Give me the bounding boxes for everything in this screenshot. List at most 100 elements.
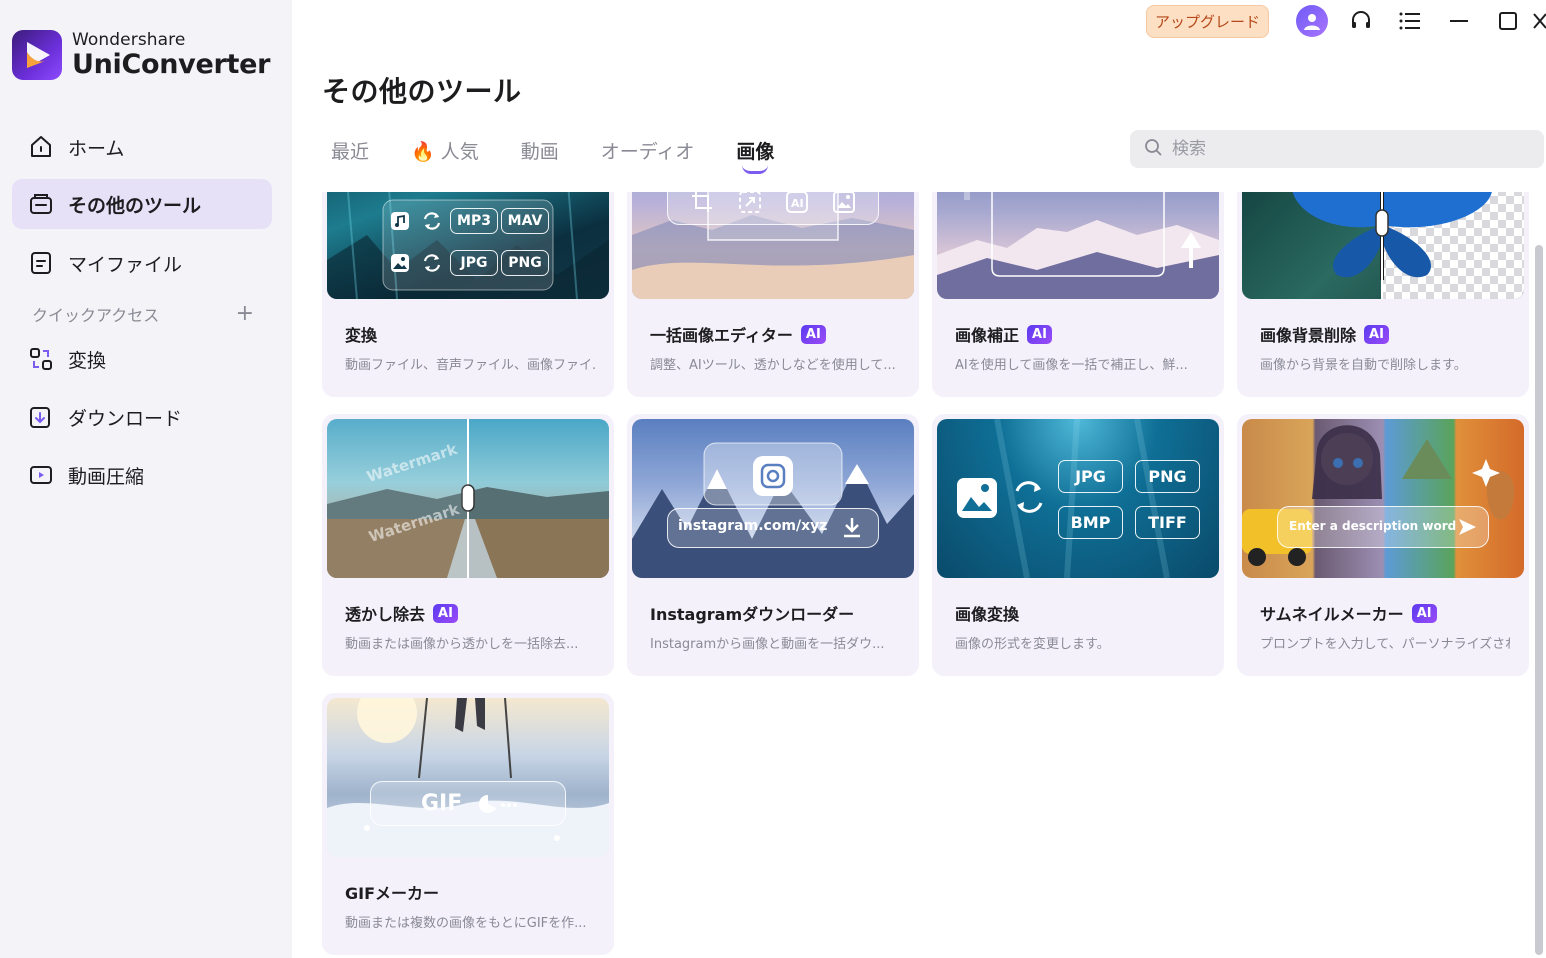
card-description: Instagramから画像と動画を一括ダウ... <box>650 637 885 652</box>
download-arrow-icon <box>841 516 863 542</box>
card-description: 動画または画像から透かしを一括除去... <box>345 637 579 652</box>
thumb-label: PNG <box>501 250 549 276</box>
card-title: 画像背景削除 <box>1260 326 1357 345</box>
tab-audio[interactable]: オーディオ <box>601 137 695 164</box>
card-thumbnail: GIF <box>327 698 609 857</box>
ai-badge: AI <box>1411 603 1437 623</box>
convert-arrows-icon <box>422 253 442 277</box>
upgrade-button[interactable]: アップグレード <box>1145 4 1269 38</box>
tab-popular[interactable]: 🔥 人気 <box>411 137 479 164</box>
search-input[interactable] <box>1172 139 1532 159</box>
maximize-icon[interactable] <box>1483 5 1532 37</box>
card-thumbnail: Watermark Watermark <box>327 419 609 578</box>
account-button[interactable] <box>1287 5 1336 37</box>
prompt-placeholder: Enter a description word <box>1289 519 1457 533</box>
thumb-label: PNG <box>1135 460 1200 493</box>
scrollbar[interactable] <box>1535 245 1543 955</box>
headset-icon[interactable] <box>1336 5 1385 37</box>
music-icon <box>390 211 410 235</box>
sidebar-item-label: ダウンロード <box>68 407 183 430</box>
thumb-label: BMP <box>1058 506 1123 539</box>
tool-card-gif-maker[interactable]: GIF GIFメーカー 動画または複数の画像をもとにGIFを作... <box>322 693 614 955</box>
tool-card-instagram-downloader[interactable]: instagram.com/xyz Instagramダウンローダー Insta… <box>627 414 919 676</box>
uniconverter-logo-icon <box>12 30 62 80</box>
sidebar-item-download[interactable]: ダウンロード <box>12 392 272 442</box>
sidebar-item-label: 動画圧縮 <box>68 465 145 488</box>
thumb-label: JPG <box>1058 460 1123 493</box>
avatar-icon <box>1295 5 1328 37</box>
ai-badge: AI <box>800 324 826 344</box>
sidebar-item-convert[interactable]: 変換 <box>12 334 272 384</box>
tool-card-image-converter[interactable]: JPG PNG BMP TIFF 画像変換 画像の形式を変更します。 <box>932 414 1224 676</box>
sidebar-item-tools[interactable]: その他のツール <box>12 179 272 229</box>
sidebar-item-home[interactable]: ホーム <box>12 122 272 172</box>
sidebar-item-label: その他のツール <box>68 194 202 217</box>
ai-badge: AI <box>433 603 458 623</box>
sidebar: Wondershare UniConverter ホーム その他のツール マイフ… <box>0 0 292 958</box>
search-box[interactable] <box>1130 130 1544 168</box>
add-quick-access-button[interactable]: + <box>236 303 254 325</box>
title-bar: アップグレード <box>1145 4 1546 38</box>
tool-card-thumbnail-maker[interactable]: Enter a description word サムネイルメーカー AI プロン… <box>1237 414 1529 676</box>
image-edit-icon <box>832 192 856 218</box>
card-title: 変換 <box>345 326 378 345</box>
svg-text:AI: AI <box>791 197 804 210</box>
compress-icon <box>28 462 54 488</box>
minimize-icon[interactable] <box>1434 5 1483 37</box>
card-description: プロンプトを入力して、パーソナライズされ... <box>1260 637 1510 652</box>
convert-icon <box>28 346 54 372</box>
brand-name: UniConverter <box>72 49 271 80</box>
card-thumbnail <box>937 192 1219 299</box>
close-icon[interactable] <box>1532 5 1546 37</box>
tab-video[interactable]: 動画 <box>521 137 559 164</box>
sidebar-item-label: 変換 <box>68 349 107 372</box>
card-description: 動画または複数の画像をもとにGIFを作... <box>345 916 587 931</box>
tool-card-watermark-remover[interactable]: Watermark Watermark 透かし除去 AI 動画または画像から透かし… <box>322 414 614 676</box>
sidebar-item-label: ホーム <box>68 137 125 160</box>
card-thumbnail <box>1242 192 1524 299</box>
card-thumbnail: Enter a description word <box>1242 419 1524 578</box>
ai-badge: AI <box>1364 324 1389 344</box>
card-description: 調整、AIツール、透かしなどを使用して... <box>650 358 896 373</box>
send-arrow-icon <box>1456 516 1478 542</box>
card-title: 画像変換 <box>955 605 1020 624</box>
card-title: 透かし除去 <box>345 605 426 624</box>
quick-access-header: クイックアクセス + <box>32 302 254 326</box>
image-icon <box>390 253 410 277</box>
crop-icon <box>690 192 714 218</box>
tab-label: 人気 <box>440 141 479 163</box>
menu-list-icon[interactable] <box>1385 5 1434 37</box>
card-title: Instagramダウンローダー <box>650 605 855 624</box>
card-title: GIFメーカー <box>345 884 440 903</box>
page-title: その他のツール <box>322 75 522 108</box>
toolbox-icon <box>28 191 54 217</box>
fire-icon: 🔥 <box>411 141 435 163</box>
thumb-label: TIFF <box>1135 506 1200 539</box>
tool-card-image-enhance[interactable]: 画像補正 AI AIを使用して画像を一括で補正し、鮮... <box>932 192 1224 397</box>
resize-icon <box>738 192 762 218</box>
card-title: 一括画像エディター <box>650 326 793 345</box>
card-description: 画像から背景を自動で削除します。 <box>1260 358 1467 373</box>
card-thumbnail: JPG PNG BMP TIFF <box>937 419 1219 578</box>
sidebar-item-compress[interactable]: 動画圧縮 <box>12 450 272 500</box>
thumb-label: MAV <box>501 208 549 234</box>
tool-card-convert[interactable]: MP3 MAV JPG PNG 変換 動画ファイル、音声ファイル、画像ファイ..… <box>322 192 614 397</box>
tab-recent[interactable]: 最近 <box>331 137 369 164</box>
sidebar-item-my-files[interactable]: マイファイル <box>12 238 272 288</box>
download-icon <box>28 404 54 430</box>
card-description: 画像の形式を変更します。 <box>955 637 1110 652</box>
thumb-label: JPG <box>450 250 498 276</box>
card-title: 画像補正 <box>955 326 1020 345</box>
convert-arrows-icon <box>422 211 442 235</box>
brand-sub: Wondershare <box>72 30 186 50</box>
tool-card-background-remover[interactable]: 画像背景削除 AI 画像から背景を自動で削除します。 <box>1237 192 1529 397</box>
sidebar-item-label: マイファイル <box>68 253 183 276</box>
card-thumbnail: MP3 MAV JPG PNG <box>327 192 609 299</box>
tool-card-batch-image-editor[interactable]: AI 一括画像エディター AI 調整、AIツール、透かしなどを使用して... <box>627 192 919 397</box>
gif-overlay <box>370 781 566 826</box>
tab-image[interactable]: 画像 <box>736 137 774 174</box>
file-icon <box>28 250 54 276</box>
thumb-label: MP3 <box>450 208 498 234</box>
category-tabs: 最近 🔥 人気 動画 オーディオ 画像 <box>331 137 816 174</box>
search-icon <box>1144 138 1162 160</box>
